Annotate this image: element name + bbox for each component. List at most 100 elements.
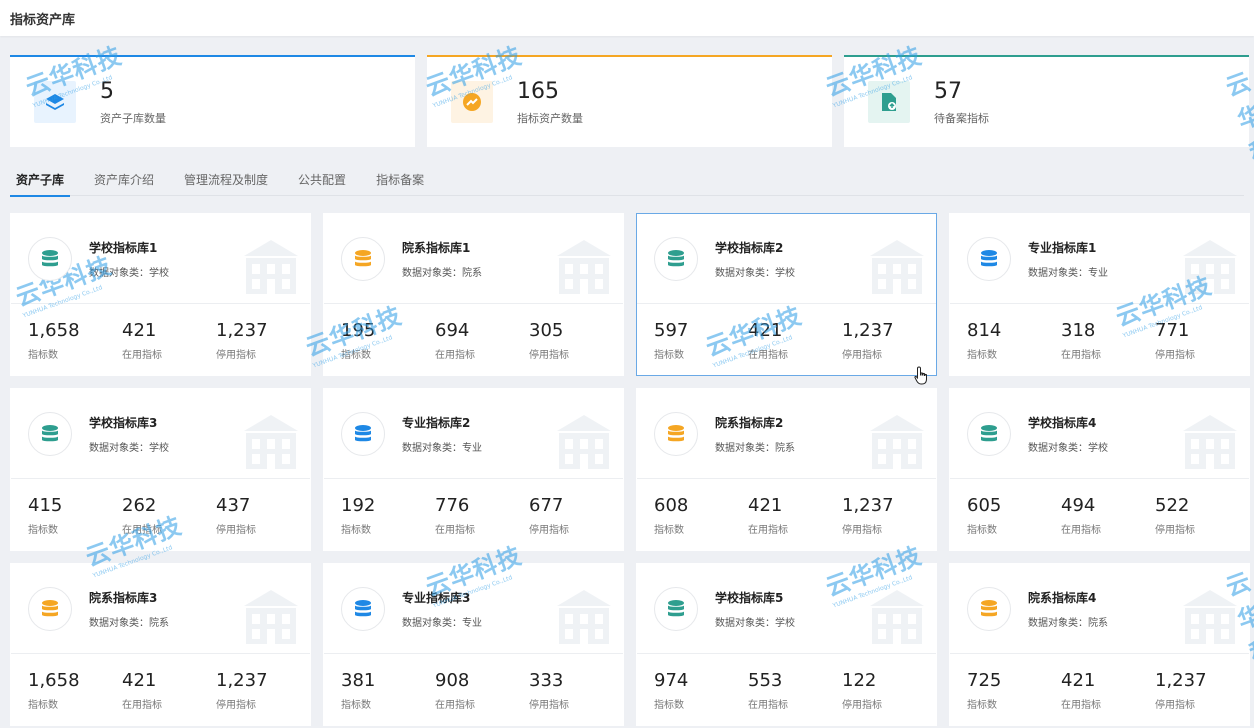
library-card[interactable]: 院系指标库4 数据对象类：院系 725 指标数 421 在用指标 1,237 停… — [949, 563, 1250, 726]
building-watermark-icon — [244, 415, 298, 469]
library-metrics: 974 指标数 553 在用指标 122 停用指标 — [637, 654, 936, 711]
tab-public-config[interactable]: 公共配置 — [292, 162, 352, 196]
metric-label: 指标数 — [28, 350, 58, 361]
library-card-header: 院系指标库2 数据对象类：院系 — [637, 389, 936, 479]
metric-active: 318 在用指标 — [1061, 320, 1155, 361]
metric-inactive: 333 停用指标 — [529, 670, 623, 711]
metric-label: 指标数 — [28, 525, 58, 536]
metric-value: 421 — [122, 670, 157, 691]
metric-label: 在用指标 — [1061, 525, 1101, 536]
metric-inactive: 122 停用指标 — [842, 670, 936, 711]
metric-label: 在用指标 — [435, 350, 475, 361]
metric-label: 停用指标 — [1155, 350, 1195, 361]
metric-label: 停用指标 — [1155, 700, 1195, 711]
tab-library-intro[interactable]: 资产库介绍 — [88, 162, 160, 196]
building-watermark-icon — [557, 415, 611, 469]
library-card-header: 专业指标库3 数据对象类：专业 — [324, 564, 623, 654]
stat-label: 待备案指标 — [934, 111, 989, 125]
library-card[interactable]: 学校指标库2 数据对象类：学校 597 指标数 421 在用指标 1,237 停… — [636, 213, 937, 376]
database-icon — [654, 586, 698, 631]
metric-label: 停用指标 — [1155, 525, 1195, 536]
page-header: 指标资产库 — [0, 0, 1254, 36]
metric-value: 776 — [435, 495, 470, 516]
page-title: 指标资产库 — [10, 12, 76, 28]
metric-inactive: 1,237 停用指标 — [216, 320, 310, 361]
building-watermark-icon — [244, 240, 298, 294]
metric-label: 指标数 — [967, 525, 997, 536]
metric-total: 415 指标数 — [28, 495, 122, 536]
library-card[interactable]: 院系指标库2 数据对象类：院系 608 指标数 421 在用指标 1,237 停… — [636, 388, 937, 551]
metric-active: 494 在用指标 — [1061, 495, 1155, 536]
metric-value: 421 — [122, 320, 157, 341]
metric-total: 814 指标数 — [967, 320, 1061, 361]
database-icon — [967, 586, 1011, 631]
metric-active: 262 在用指标 — [122, 495, 216, 536]
metric-value: 608 — [654, 495, 689, 516]
tab-management-process[interactable]: 管理流程及制度 — [178, 162, 274, 196]
stat-card-sublibraries: 5 资产子库数量 — [10, 55, 415, 147]
building-watermark-icon — [1183, 590, 1237, 644]
metric-value: 305 — [529, 320, 564, 341]
metric-value: 437 — [216, 495, 251, 516]
metric-value: 1,237 — [216, 670, 268, 691]
metric-label: 停用指标 — [842, 350, 882, 361]
metric-inactive: 1,237 停用指标 — [842, 495, 936, 536]
metric-value: 421 — [748, 495, 783, 516]
library-object-type: 数据对象类：专业 — [1028, 267, 1108, 279]
library-grid: 学校指标库1 数据对象类：学校 1,658 指标数 421 在用指标 1,237… — [10, 213, 1254, 726]
library-object-type: 数据对象类：学校 — [89, 442, 169, 454]
metric-inactive: 677 停用指标 — [529, 495, 623, 536]
building-watermark-icon — [244, 590, 298, 644]
metric-value: 974 — [654, 670, 689, 691]
library-card[interactable]: 学校指标库4 数据对象类：学校 605 指标数 494 在用指标 522 停用指… — [949, 388, 1250, 551]
library-metrics: 597 指标数 421 在用指标 1,237 停用指标 — [637, 304, 936, 361]
metric-value: 192 — [341, 495, 376, 516]
metric-label: 指标数 — [967, 700, 997, 711]
stat-value: 5 — [100, 78, 114, 104]
library-name: 专业指标库2 — [402, 415, 471, 430]
metric-label: 指标数 — [967, 350, 997, 361]
database-icon — [341, 411, 385, 456]
library-card[interactable]: 专业指标库3 数据对象类：专业 381 指标数 908 在用指标 333 停用指… — [323, 563, 624, 726]
library-card[interactable]: 专业指标库1 数据对象类：专业 814 指标数 318 在用指标 771 停用指… — [949, 213, 1250, 376]
metric-label: 停用指标 — [216, 525, 256, 536]
database-icon — [967, 411, 1011, 456]
database-icon — [28, 586, 72, 631]
metric-value: 908 — [435, 670, 470, 691]
library-card[interactable]: 学校指标库3 数据对象类：学校 415 指标数 262 在用指标 437 停用指… — [10, 388, 311, 551]
metric-active: 421 在用指标 — [1061, 670, 1155, 711]
library-card[interactable]: 院系指标库3 数据对象类：院系 1,658 指标数 421 在用指标 1,237… — [10, 563, 311, 726]
metric-value: 725 — [967, 670, 1002, 691]
library-metrics: 725 指标数 421 在用指标 1,237 停用指标 — [950, 654, 1249, 711]
metric-label: 指标数 — [28, 700, 58, 711]
library-card[interactable]: 院系指标库1 数据对象类：院系 195 指标数 694 在用指标 305 停用指… — [323, 213, 624, 376]
metric-label: 在用指标 — [748, 350, 788, 361]
building-watermark-icon — [870, 415, 924, 469]
metric-value: 597 — [654, 320, 689, 341]
library-card[interactable]: 学校指标库1 数据对象类：学校 1,658 指标数 421 在用指标 1,237… — [10, 213, 311, 376]
metric-value: 494 — [1061, 495, 1096, 516]
database-icon — [28, 236, 72, 281]
library-card-header: 专业指标库2 数据对象类：专业 — [324, 389, 623, 479]
library-card[interactable]: 学校指标库5 数据对象类：学校 974 指标数 553 在用指标 122 停用指… — [636, 563, 937, 726]
metric-label: 指标数 — [654, 350, 684, 361]
database-icon — [967, 236, 1011, 281]
metric-total: 597 指标数 — [654, 320, 748, 361]
tab-indicator-filing[interactable]: 指标备案 — [370, 162, 430, 196]
metric-total: 195 指标数 — [341, 320, 435, 361]
library-object-type: 数据对象类：院系 — [89, 617, 169, 629]
stat-label: 资产子库数量 — [100, 111, 166, 125]
library-card-header: 学校指标库1 数据对象类：学校 — [11, 214, 310, 304]
metric-active: 421 在用指标 — [748, 320, 842, 361]
library-name: 学校指标库3 — [89, 415, 158, 430]
library-metrics: 195 指标数 694 在用指标 305 停用指标 — [324, 304, 623, 361]
layers-icon — [34, 81, 76, 123]
library-object-type: 数据对象类：专业 — [402, 617, 482, 629]
metric-inactive: 1,237 停用指标 — [216, 670, 310, 711]
library-card[interactable]: 专业指标库2 数据对象类：专业 192 指标数 776 在用指标 677 停用指… — [323, 388, 624, 551]
metric-label: 在用指标 — [1061, 700, 1101, 711]
building-watermark-icon — [1183, 415, 1237, 469]
library-object-type: 数据对象类：学校 — [89, 267, 169, 279]
metric-label: 停用指标 — [842, 525, 882, 536]
tab-sublibraries[interactable]: 资产子库 — [10, 162, 71, 197]
